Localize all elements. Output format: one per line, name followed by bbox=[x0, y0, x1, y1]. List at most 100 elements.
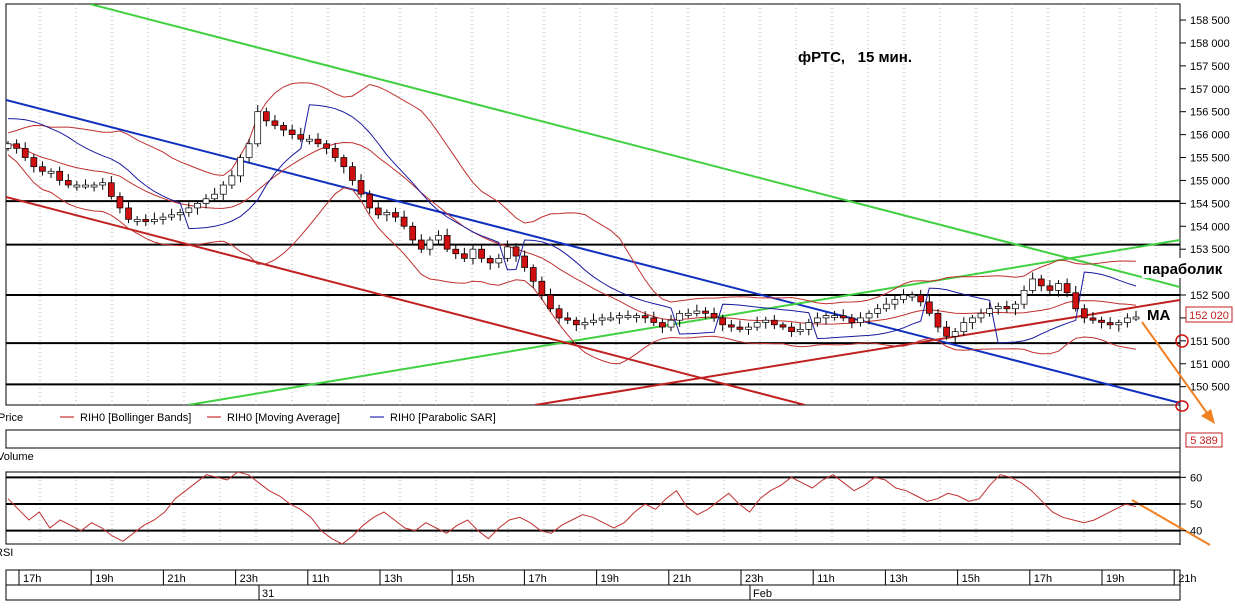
price-tick-label: 151 000 bbox=[1190, 359, 1230, 371]
candle-body bbox=[262, 111, 270, 122]
rsi-label: RSI bbox=[0, 547, 13, 559]
candle-body bbox=[934, 312, 942, 328]
candle-body bbox=[951, 331, 959, 337]
candle-body bbox=[168, 214, 175, 218]
candle-body bbox=[486, 257, 494, 264]
candle-body bbox=[116, 196, 124, 209]
candle-body bbox=[1072, 292, 1080, 310]
candle-body bbox=[495, 257, 503, 264]
candle-body bbox=[590, 319, 597, 323]
candle-body bbox=[547, 294, 554, 310]
candle-body bbox=[512, 246, 520, 257]
rsi-tick-label: 40 bbox=[1190, 526, 1202, 538]
candle-body bbox=[452, 248, 460, 255]
candle-body bbox=[400, 216, 408, 227]
candle-body bbox=[478, 248, 485, 259]
price-tick-label: 156 500 bbox=[1190, 107, 1230, 119]
candle-body bbox=[426, 239, 434, 250]
legend-bollinger-label: RIH0 [Bollinger Bands] bbox=[80, 412, 191, 424]
candle-body bbox=[1098, 319, 1105, 323]
hour-label: 13h bbox=[384, 573, 402, 585]
price-tick-label: 157 500 bbox=[1190, 61, 1230, 73]
hour-label: 23h bbox=[240, 573, 258, 585]
candle-body bbox=[1106, 322, 1114, 326]
candle-body bbox=[314, 138, 322, 145]
hour-label: 17h bbox=[528, 573, 546, 585]
candle-body bbox=[435, 235, 442, 241]
candle-body bbox=[125, 207, 132, 220]
hour-label: 13h bbox=[889, 573, 907, 585]
candle-body bbox=[874, 308, 882, 314]
price-tick-label: 157 000 bbox=[1190, 84, 1230, 96]
day-label: Feb bbox=[753, 588, 772, 600]
candle-body bbox=[30, 157, 38, 168]
rsi-panel-frame bbox=[5, 471, 1181, 545]
candle-body bbox=[1115, 322, 1123, 326]
hour-label: 21h bbox=[167, 573, 185, 585]
candle-body bbox=[133, 219, 141, 222]
candle-body bbox=[56, 170, 64, 181]
candle-body bbox=[693, 310, 701, 314]
candle-body bbox=[805, 322, 813, 330]
candle-body bbox=[882, 303, 890, 310]
candle-body bbox=[280, 125, 287, 131]
hour-label: 19h bbox=[1106, 573, 1124, 585]
candle-body bbox=[771, 319, 778, 326]
legend: Price RIH0 [Bollinger Bands] RIH0 [Movin… bbox=[0, 412, 496, 424]
candle-body bbox=[82, 184, 89, 188]
candle-body bbox=[650, 317, 658, 323]
price-tick-label: 158 500 bbox=[1190, 15, 1230, 27]
rsi-axis: 40 50 60 bbox=[1180, 472, 1202, 538]
candle-body bbox=[598, 317, 606, 321]
candle-body bbox=[641, 315, 649, 319]
ma-annotation: МА bbox=[1147, 307, 1170, 324]
price-tick-label: 158 000 bbox=[1190, 38, 1230, 50]
candle-body bbox=[340, 157, 348, 168]
candle-body bbox=[39, 166, 46, 172]
candle-body bbox=[331, 148, 339, 158]
candle-body bbox=[736, 326, 744, 330]
rsi-tick-label: 50 bbox=[1190, 499, 1202, 511]
price-tick-label: 150 500 bbox=[1190, 382, 1230, 394]
candle-body bbox=[349, 166, 356, 181]
price-tick-label: 152 500 bbox=[1190, 290, 1230, 302]
candle-body bbox=[676, 312, 683, 321]
candle-body bbox=[254, 111, 262, 145]
candle-body bbox=[357, 180, 365, 195]
volume-value-label: 5 389 bbox=[1190, 435, 1218, 447]
candle-body bbox=[839, 315, 847, 319]
price-axis: 150 500151 000151 500152 000152 500153 0… bbox=[1180, 15, 1230, 394]
candle-body bbox=[529, 267, 537, 282]
marker-circle-lower bbox=[1175, 400, 1189, 412]
candle-body bbox=[297, 134, 305, 140]
candle-body bbox=[572, 319, 580, 326]
rsi-tick-label: 60 bbox=[1190, 472, 1202, 484]
candle-body bbox=[925, 301, 933, 314]
chart-title: фРТС, 15 мин. bbox=[798, 49, 912, 66]
candle-body bbox=[374, 207, 382, 216]
trading-chart-window: 150 500151 000151 500152 000152 500153 0… bbox=[0, 0, 1235, 605]
candle-body bbox=[461, 253, 468, 259]
candle-body bbox=[788, 326, 795, 333]
price-tick-label: 154 000 bbox=[1190, 221, 1230, 233]
hour-label: 17h bbox=[23, 573, 41, 585]
legend-ma-label: RIH0 [Moving Average] bbox=[227, 412, 340, 424]
hour-label: 11h bbox=[312, 573, 330, 585]
candle-body bbox=[762, 319, 770, 323]
candle-body bbox=[960, 322, 968, 333]
candle-body bbox=[521, 255, 528, 268]
candle-body bbox=[908, 294, 916, 298]
candle-body bbox=[211, 193, 219, 200]
candle-body bbox=[176, 212, 184, 216]
candle-body bbox=[994, 306, 1002, 310]
candle-body bbox=[443, 235, 451, 250]
candle-body bbox=[1003, 306, 1011, 310]
candle-body bbox=[891, 299, 899, 305]
candle-body bbox=[1055, 283, 1062, 291]
candle-body bbox=[607, 317, 615, 321]
candle-body bbox=[288, 129, 296, 135]
candle-body bbox=[865, 312, 873, 319]
candle-body bbox=[1020, 290, 1028, 305]
candle-body bbox=[831, 315, 838, 318]
price-tick-label: 155 500 bbox=[1190, 153, 1230, 165]
